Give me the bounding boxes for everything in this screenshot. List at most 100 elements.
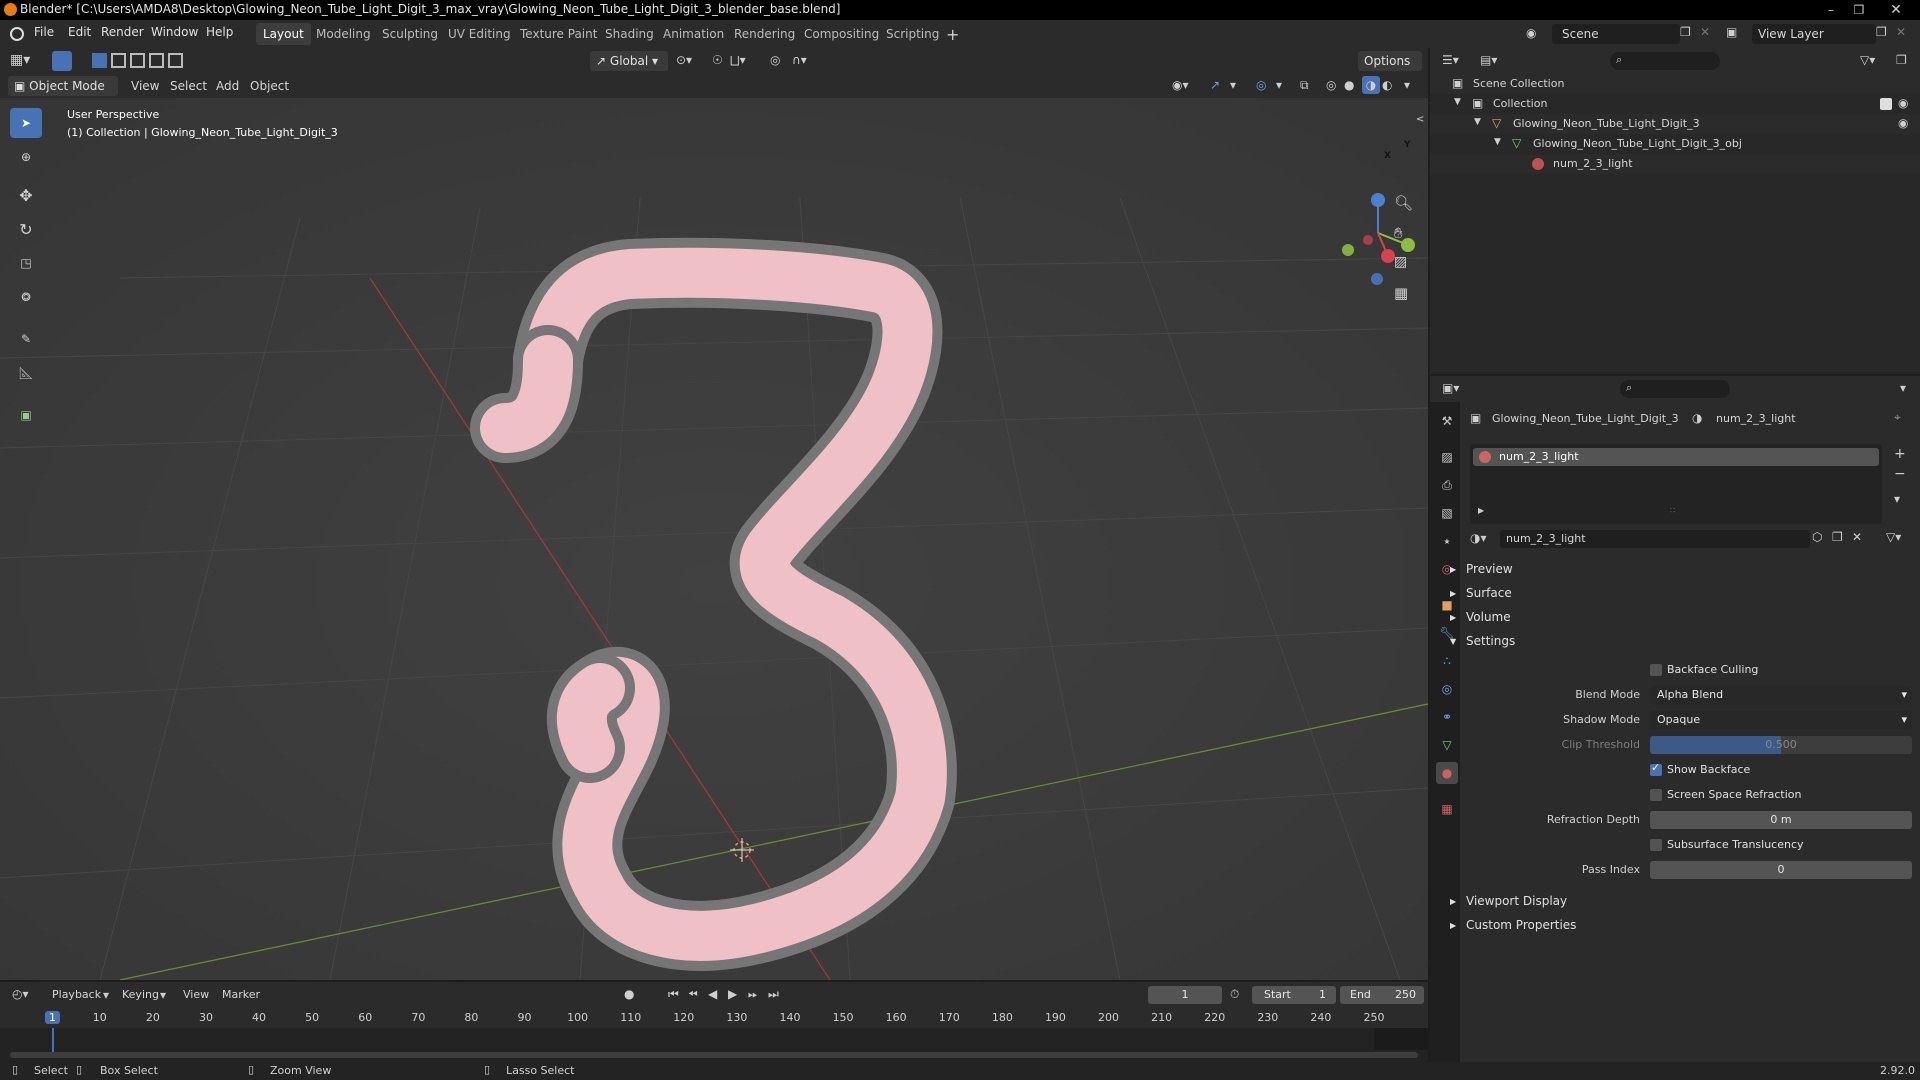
jump-to-start-icon[interactable]: ⏮︎ [668,987,679,1002]
remove-scene-icon[interactable]: ✕ [1700,25,1710,39]
move-tool[interactable]: ✥ [10,180,42,210]
select-difference-icon[interactable] [149,53,164,68]
perspective-toggle-icon[interactable]: ▦ [1394,284,1408,302]
refraction-depth-field[interactable]: 0 m [1650,811,1912,829]
material-properties-tab[interactable]: ● [1436,762,1458,784]
shadow-mode-dropdown[interactable]: Opaque ▾ [1650,711,1912,729]
texture-properties-tab[interactable]: ▦ [1436,798,1458,820]
select-intersect-icon[interactable] [168,53,183,68]
close-icon[interactable]: ✕ [1876,0,1916,20]
record-keyframe-icon[interactable]: ● [624,987,634,1001]
material-slot-row[interactable]: num_2_3_light [1473,448,1879,466]
display-mode-icon[interactable]: ▤▾ [1480,53,1497,67]
stopwatch-icon[interactable]: ⏱︎ [1230,987,1239,1002]
timeline-editor-type-icon[interactable]: ◴▾ [12,987,29,1001]
scene-icon[interactable]: ◉ [1526,26,1536,40]
menu-edit[interactable]: Edit [68,25,91,39]
pan-hand-icon[interactable]: ✋︎ [1394,224,1403,242]
menu-marker[interactable]: Marker [222,988,260,1001]
jump-to-end-icon[interactable]: ⏭︎ [768,987,779,1002]
scene-properties-tab[interactable]: ⭑ [1436,530,1458,552]
clip-threshold-slider[interactable]: 0.500 [1650,736,1912,754]
tab-scripting[interactable]: Scripting [879,23,946,45]
properties-search-input[interactable]: ⌕ [1620,380,1730,398]
custom-properties-panel-header[interactable]: ▶ Custom Properties [1450,918,1576,932]
particles-properties-tab[interactable]: ∴ [1436,650,1458,672]
preview-panel-header[interactable]: ▶ Preview [1450,562,1513,576]
menu-add[interactable]: Add [216,79,239,93]
output-properties-tab[interactable]: ⎙ [1436,474,1458,496]
show-backface-checkbox[interactable]: ✓ [1650,761,1662,776]
rendered-shading-icon[interactable]: ◐ [1382,78,1392,92]
browse-material-icon[interactable]: ◑▾ [1470,531,1487,545]
timeline-scrollbar[interactable] [10,1052,1418,1058]
tab-layout[interactable]: Layout [256,23,311,45]
xray-toggle-icon[interactable]: ⧉ [1300,78,1309,93]
start-frame-field[interactable]: Start 1 [1252,986,1336,1004]
list-resize-handle-icon[interactable]: ∷ [1670,506,1675,515]
play-reverse-icon[interactable]: ◀ [708,987,717,1001]
select-box-tool[interactable]: ➤ [10,108,42,138]
annotate-tool[interactable]: ✎ [10,324,42,354]
tab-texture-paint[interactable]: Texture Paint [513,23,604,45]
pin-icon[interactable]: ⌖ [1894,410,1901,425]
eye-icon[interactable]: ◉ [1898,96,1908,110]
overlays-dropdown-icon[interactable]: ▾ [1276,78,1282,92]
playhead-line[interactable] [52,1028,54,1052]
volume-panel-header[interactable]: ▶ Volume [1450,610,1511,624]
editor-type-icon[interactable]: ▦▾ [10,52,30,68]
expand-arrow-icon[interactable]: ▼ [1474,117,1481,127]
filter-icon[interactable]: ▽▾ [1860,53,1875,67]
snap-target-icon[interactable]: ⨆▾ [730,53,746,68]
backface-culling-checkbox[interactable] [1650,664,1662,676]
proportional-editing-icon[interactable]: ◎ [770,53,780,67]
outliner-row-mesh[interactable]: ▼ ▽ Glowing_Neon_Tube_Light_Digit_3_obj [1430,134,1920,154]
properties-editor-type-icon[interactable]: ▣▾ [1442,381,1459,395]
tab-compositing[interactable]: Compositing [797,23,886,45]
current-frame-field[interactable]: 1 [1148,986,1222,1004]
object-mode-dropdown[interactable]: ▣ Object Mode ▾ [8,76,118,113]
jump-to-prev-keyframe-icon[interactable]: ⏪︎ [688,987,698,1002]
list-expand-arrow-icon[interactable]: ▶ [1478,506,1484,515]
scale-tool[interactable]: ◳ [10,248,42,278]
tab-shading[interactable]: Shading [598,23,661,45]
outliner-editor-type-icon[interactable]: ☰▾ [1442,53,1459,67]
jump-to-next-keyframe-icon[interactable]: ⏩︎ [748,987,758,1002]
visibility-filter-icon[interactable]: ◉▾ [1172,78,1189,92]
maximize-icon[interactable]: ❒ [1846,0,1872,20]
outliner-search-input[interactable]: ⌕ [1610,52,1720,70]
subsurface-translucency-checkbox[interactable] [1650,839,1662,851]
rotate-tool[interactable]: ↻ [10,214,42,244]
settings-panel-header[interactable]: ▼ Settings [1450,634,1515,648]
menu-file[interactable]: File [34,25,54,39]
physics-properties-tab[interactable]: ◎ [1436,678,1458,700]
timeline-ruler[interactable]: 1 10 20 30 40 50 60 70 80 90 100 110 120 130 140 150 160… [0,1008,1428,1028]
data-properties-tab[interactable]: ▽ [1436,734,1458,756]
end-frame-field[interactable]: End 250 [1340,986,1424,1004]
tab-sculpting[interactable]: Sculpting [375,23,445,45]
scene-selector[interactable]: Scene [1552,24,1680,44]
viewport-display-panel-header[interactable]: ▶ Viewport Display [1450,894,1567,908]
shading-dropdown-icon[interactable]: ▾ [1404,78,1410,92]
pass-index-field[interactable]: 0 [1650,861,1912,879]
blender-menu-icon[interactable] [10,27,24,41]
solid-shading-icon[interactable]: ● [1344,78,1354,92]
select-mode-tool-icon[interactable] [52,51,72,71]
camera-view-icon[interactable]: ▨ [1394,254,1407,270]
constraints-properties-tab[interactable]: ⚭ [1436,706,1458,728]
unlink-material-icon[interactable]: ✕ [1852,530,1862,544]
3d-viewport[interactable]: Z Y X User Perspective (1) Collection | … [0,98,1428,980]
menu-window[interactable]: Window [151,25,198,39]
cursor-tool[interactable]: ⊕ [10,142,42,172]
blend-mode-dropdown[interactable]: Alpha Blend ▾ [1650,686,1912,704]
expand-arrow-icon[interactable]: ▼ [1494,137,1501,147]
add-cube-tool[interactable]: ▣ [10,400,42,430]
menu-view[interactable]: View [131,79,159,93]
new-collection-icon[interactable]: ❐ [1896,53,1907,67]
link-filter-icon[interactable]: ▽▾ [1886,530,1901,544]
menu-object[interactable]: Object [250,79,289,93]
overlays-toggle-icon[interactable]: ◎ [1256,78,1266,92]
menu-keying[interactable]: Keying [122,988,159,1001]
duplicate-material-icon[interactable]: ❐ [1832,530,1843,544]
proportional-falloff-icon[interactable]: ∩▾ [792,53,807,67]
